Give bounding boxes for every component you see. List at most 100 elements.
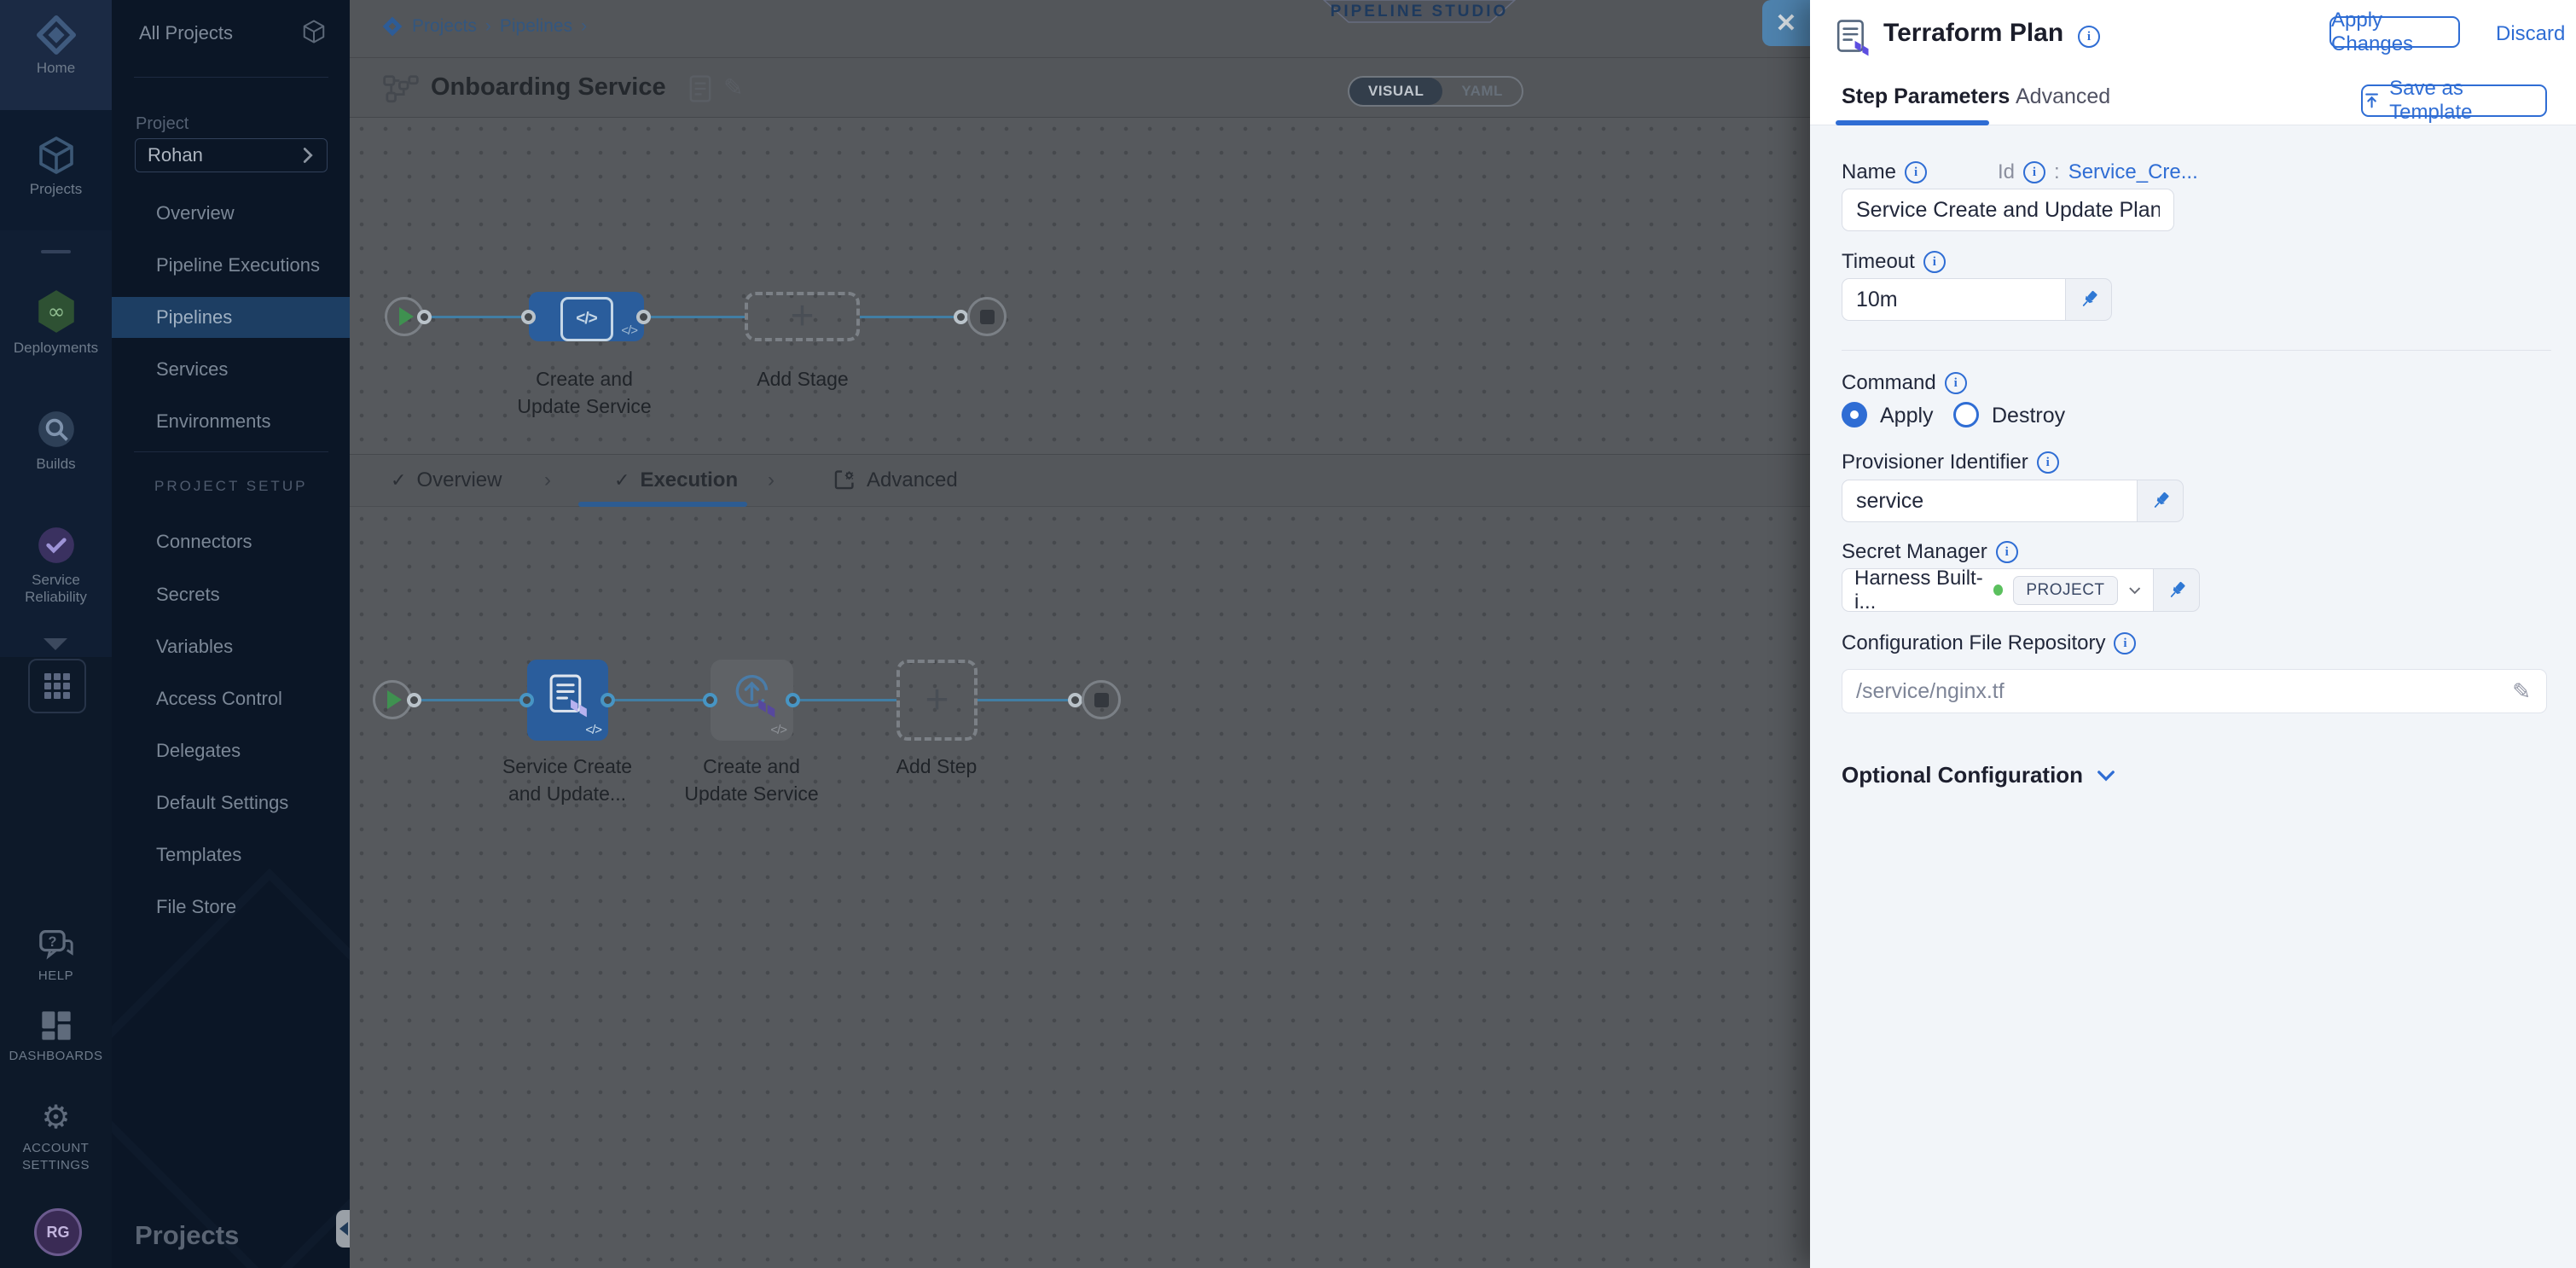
rail-item-deployments[interactable]: ∞ Deployments [0, 288, 112, 357]
nav-collapse-button[interactable] [336, 1210, 351, 1248]
info-icon[interactable]: i [1905, 161, 1927, 183]
rail-item-dashboards[interactable]: DASHBOARDS [0, 1009, 112, 1065]
node-port[interactable] [417, 310, 432, 324]
radio-apply-label[interactable]: Apply [1880, 404, 1934, 428]
node-port[interactable] [521, 310, 536, 324]
nav-item-access-control[interactable]: Access Control [112, 678, 350, 719]
node-port[interactable] [600, 693, 615, 707]
rail-item-service-reliability[interactable]: ServiceReliability [0, 524, 112, 606]
tab-step-parameters[interactable]: Step Parameters [1842, 84, 2010, 109]
node-port[interactable] [636, 310, 651, 324]
breadcrumb-projects[interactable]: Projects [412, 16, 477, 37]
apply-changes-button[interactable]: Apply Changes [2329, 16, 2460, 48]
terraform-apply-icon [729, 672, 777, 719]
execution-canvas[interactable] [350, 507, 1810, 1268]
edge [425, 316, 529, 318]
nav-item-connectors[interactable]: Connectors [112, 521, 350, 562]
rail-item-home[interactable]: Home [0, 15, 112, 77]
add-step-button[interactable]: + [896, 660, 978, 741]
edit-pencil-icon[interactable]: ✎ [723, 73, 743, 102]
node-port[interactable] [954, 310, 968, 324]
radio-destroy-label[interactable]: Destroy [1992, 404, 2065, 428]
timeout-pin-button[interactable] [2066, 278, 2112, 321]
notes-icon[interactable] [689, 75, 711, 102]
rail-item-account-settings[interactable]: ⚙ ACCOUNTSETTINGS [0, 1101, 112, 1174]
node-port[interactable] [519, 693, 534, 707]
breadcrumb-separator: › [485, 16, 491, 37]
panel-title: Terraform Plan [1883, 19, 2063, 48]
close-icon: ✕ [1775, 9, 1796, 38]
toggle-visual[interactable]: VISUAL [1349, 78, 1442, 105]
info-icon[interactable]: i [1996, 541, 2018, 563]
breadcrumb-pipelines[interactable]: Pipelines [500, 16, 572, 37]
module-picker-button[interactable] [28, 659, 86, 713]
rail-item-projects[interactable]: Projects [0, 135, 112, 198]
nav-item-delegates[interactable]: Delegates [112, 730, 350, 771]
harness-logo-icon [381, 15, 403, 38]
nav-item-default-settings[interactable]: Default Settings [112, 782, 350, 823]
toggle-yaml[interactable]: YAML [1442, 78, 1522, 105]
info-icon[interactable]: i [2023, 161, 2045, 183]
edit-pencil-icon[interactable]: ✎ [2512, 678, 2531, 705]
rail-item-help[interactable]: ? HELP [0, 928, 112, 985]
project-nav: All Projects Project Rohan Overview Pipe… [112, 0, 350, 1268]
custom-stage-icon: </> [560, 297, 613, 341]
add-stage-button[interactable]: + [745, 292, 860, 341]
cube-icon [36, 135, 77, 176]
rail-collapse-chevron-icon[interactable] [44, 638, 67, 650]
info-icon[interactable]: i [2037, 451, 2059, 474]
discard-button[interactable]: Discard [2496, 22, 2565, 46]
all-projects-link[interactable]: All Projects [139, 22, 293, 44]
node-port[interactable] [786, 693, 800, 707]
info-icon[interactable]: i [1945, 372, 1967, 394]
node-port[interactable] [703, 693, 717, 707]
stage-tab-band: ✓Overview › ✓Execution › Advanced [350, 454, 1810, 507]
tab-execution[interactable]: ✓Execution [614, 468, 738, 492]
info-icon[interactable]: i [2078, 26, 2100, 48]
nav-item-overview[interactable]: Overview [112, 193, 350, 234]
info-icon[interactable]: i [1923, 251, 1946, 273]
provisioner-pin-button[interactable] [2138, 480, 2184, 522]
secret-pin-button[interactable] [2154, 568, 2200, 612]
step-id-link[interactable]: Service_Cre... [2068, 160, 2198, 184]
edge [413, 699, 527, 701]
nav-item-services[interactable]: Services [112, 349, 350, 390]
secret-manager-select[interactable]: Harness Built-i... PROJECT [1842, 568, 2154, 612]
nav-item-pipelines[interactable]: Pipelines [112, 297, 350, 338]
close-panel-button[interactable]: ✕ [1762, 0, 1810, 46]
name-input[interactable] [1842, 189, 2174, 231]
info-icon[interactable]: i [2114, 632, 2136, 654]
timeout-input[interactable] [1842, 278, 2066, 321]
all-projects-cube-icon[interactable] [301, 19, 327, 44]
node-port[interactable] [1068, 693, 1082, 707]
nav-item-environments[interactable]: Environments [112, 401, 350, 442]
rail-item-builds[interactable]: Builds [0, 408, 112, 473]
radio-destroy[interactable] [1953, 402, 1979, 428]
nav-item-templates[interactable]: Templates [112, 835, 350, 875]
status-dot [1993, 585, 2003, 596]
stage-node-create-update-service[interactable]: </> </> [529, 292, 644, 341]
config-repo-field[interactable]: /service/nginx.tf ✎ [1842, 669, 2547, 713]
save-as-template-button[interactable]: Save as Template [2361, 84, 2547, 117]
project-selector[interactable]: Rohan [135, 138, 328, 172]
tab-overview[interactable]: ✓Overview [391, 468, 502, 492]
yaml-toggle-glyph[interactable]: </> [770, 723, 786, 737]
yaml-toggle-glyph[interactable]: </> [621, 323, 637, 338]
radio-apply[interactable] [1842, 402, 1867, 428]
nav-item-variables[interactable]: Variables [112, 626, 350, 667]
tab-advanced[interactable]: Advanced [834, 468, 958, 492]
user-avatar[interactable]: RG [34, 1208, 82, 1256]
cube-watermark [112, 869, 350, 1268]
tab-advanced[interactable]: Advanced [2016, 84, 2110, 109]
nav-item-file-store[interactable]: File Store [112, 887, 350, 928]
pipeline-end-node[interactable] [967, 297, 1007, 336]
nav-item-pipeline-executions[interactable]: Pipeline Executions [112, 245, 350, 286]
step-node-terraform-apply[interactable]: </> [711, 660, 793, 741]
nav-item-secrets[interactable]: Secrets [112, 574, 350, 615]
node-port[interactable] [407, 693, 421, 707]
execution-end-node[interactable] [1082, 680, 1121, 719]
yaml-toggle-glyph[interactable]: </> [585, 723, 601, 737]
optional-configuration-toggle[interactable]: Optional Configuration [1842, 762, 2115, 788]
provisioner-input[interactable] [1842, 480, 2138, 522]
step-node-terraform-plan[interactable]: </> [527, 660, 608, 741]
